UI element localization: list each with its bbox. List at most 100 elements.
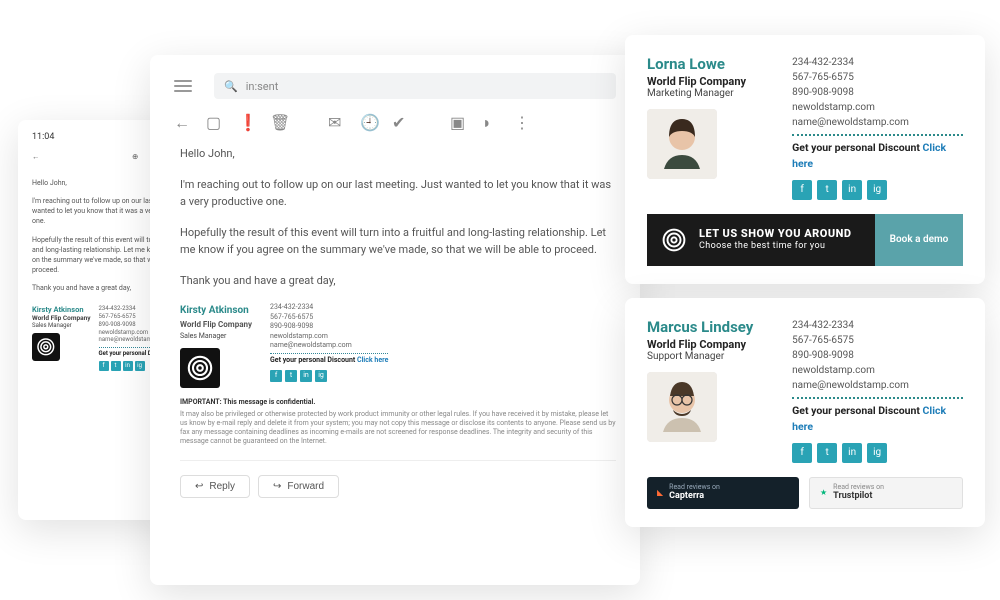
desktop-preview-card: 🔍 in:sent ← ▢ ❗ 🗑 ✉ 🕘 ✔ ▣ ◗ ⋮ Hello John… [150,55,640,585]
archive-icon[interactable]: ▢ [206,113,220,127]
banner-title: LET US SHOW YOU AROUND [699,228,852,240]
forward-icon: ↪ [273,481,281,492]
marcus-col1: Marcus Lindsey World Flip Company Suppor… [647,318,772,463]
task-icon[interactable]: ✔ [392,113,406,127]
desktop-signature: Kirsty Atkinson World Flip Company Sales… [180,303,616,388]
archive-icon[interactable]: ⊕ [132,152,144,164]
linkedin-icon[interactable]: in [300,370,312,382]
capterra-badge[interactable]: ◣ Read reviews on Capterra [647,477,799,509]
lorna-cta: Get your personal Discount Click here [792,140,963,172]
lorna-phone3: 890-908-9098 [792,85,963,100]
facebook-icon[interactable]: f [270,370,282,382]
snooze-icon[interactable]: 🕘 [360,113,374,127]
capterra-icon: ◣ [657,488,663,497]
trustpilot-icon: ★ [820,488,827,497]
desktop-paragraph-3: Thank you and have a great day, [180,272,616,289]
desktop-sig-phone3: 890-908-9098 [270,322,388,331]
marcus-company: World Flip Company [647,338,772,351]
desktop-actions: ↩Reply ↪Forward [180,475,616,498]
mobile-clock: 11:04 [32,132,54,142]
mobile-sig-company: World Flip Company [32,314,91,322]
search-bar[interactable]: 🔍 in:sent [214,73,616,99]
unread-icon[interactable]: ✉ [328,113,342,127]
desktop-sig-role: Sales Manager [180,331,252,342]
back-arrow-icon[interactable]: ← [32,152,44,164]
marcus-avatar [647,372,717,442]
marcus-phone2: 567-765-6575 [792,333,963,348]
marcus-contacts: 234-432-2334 567-765-6575 890-908-9098 n… [792,318,963,463]
desktop-sig-email[interactable]: name@newoldstamp.com [270,341,388,350]
banner-button[interactable]: Book a demo [875,214,963,266]
reply-button[interactable]: ↩Reply [180,475,250,498]
trustpilot-badge[interactable]: ★ Read reviews on Trustpilot [809,477,963,509]
swirl-logo-icon [36,337,56,357]
banner-subtitle: Choose the best time for you [699,241,852,251]
divider [180,460,616,461]
instagram-icon[interactable]: ig [867,443,887,463]
delete-icon[interactable]: 🗑 [270,113,284,127]
lorna-site[interactable]: newoldstamp.com [792,100,963,115]
marcus-social-row: f t in ig [792,443,963,463]
disclaimer-label: IMPORTANT: This message is confidential. [180,398,616,407]
desktop-email-body: Hello John, I'm reaching out to follow u… [174,145,616,498]
back-icon[interactable]: ← [174,113,188,127]
instagram-icon[interactable]: ig [315,370,327,382]
desktop-cta-link[interactable]: Click here [357,356,388,364]
desktop-social-row: f t in ig [270,370,388,382]
search-text: in:sent [246,80,279,93]
facebook-icon[interactable]: f [99,361,109,371]
swirl-logo-icon [661,227,687,253]
spam-icon[interactable]: ❗ [238,113,252,127]
label-icon[interactable]: ◗ [482,113,496,127]
linkedin-icon[interactable]: in [842,180,862,200]
desktop-sig-phone1: 234-432-2334 [270,303,388,312]
lorna-avatar [647,109,717,179]
desktop-sig-logo [180,348,220,388]
badge-brand: Trustpilot [833,491,884,501]
lorna-company: World Flip Company [647,75,772,88]
twitter-icon[interactable]: t [817,443,837,463]
reply-icon: ↩ [195,481,203,492]
marcus-phone3: 890-908-9098 [792,348,963,363]
lorna-email[interactable]: name@newoldstamp.com [792,115,963,130]
desktop-topbar: 🔍 in:sent [174,73,616,99]
signature-card-marcus: Marcus Lindsey World Flip Company Suppor… [625,298,985,527]
forward-button[interactable]: ↪Forward [258,475,339,498]
disclaimer-body: It may also be privileged or otherwise p… [180,410,616,446]
marcus-name: Marcus Lindsey [647,318,772,336]
search-icon: 🔍 [224,80,238,93]
twitter-icon[interactable]: t [817,180,837,200]
desktop-sig-company: World Flip Company [180,319,252,331]
hamburger-menu-icon[interactable] [174,80,192,92]
email-disclaimer: IMPORTANT: This message is confidential.… [180,398,616,446]
avatar-placeholder-icon [647,372,717,442]
desktop-sig-site[interactable]: newoldstamp.com [270,332,388,341]
badge-label: Read reviews on [669,484,720,491]
mobile-sig-role: Sales Manager [32,322,91,329]
desktop-paragraph-1: I'm reaching out to follow up on our las… [180,176,616,210]
mobile-sig-col1: Kirsty Atkinson World Flip Company Sales… [32,305,91,371]
desktop-sig-col1: Kirsty Atkinson World Flip Company Sales… [180,303,252,388]
twitter-icon[interactable]: t [285,370,297,382]
desktop-sig-col2: 234-432-2334 567-765-6575 890-908-9098 n… [270,303,388,388]
instagram-icon[interactable]: ig [135,361,145,371]
instagram-icon[interactable]: ig [867,180,887,200]
facebook-icon[interactable]: f [792,443,812,463]
swirl-logo-icon [186,354,214,382]
marcus-email[interactable]: name@newoldstamp.com [792,378,963,393]
marcus-phone1: 234-432-2334 [792,318,963,333]
marcus-site[interactable]: newoldstamp.com [792,363,963,378]
move-icon[interactable]: ▣ [450,113,464,127]
desktop-paragraph-2: Hopefully the result of this event will … [180,224,616,258]
linkedin-icon[interactable]: in [123,361,133,371]
mobile-sig-name: Kirsty Atkinson [32,305,91,314]
lorna-banner[interactable]: LET US SHOW YOU AROUND Choose the best t… [647,214,963,266]
divider-dots [792,134,963,136]
lorna-social-row: f t in ig [792,180,963,200]
lorna-role: Marketing Manager [647,88,772,99]
marcus-role: Support Manager [647,351,772,362]
twitter-icon[interactable]: t [111,361,121,371]
facebook-icon[interactable]: f [792,180,812,200]
linkedin-icon[interactable]: in [842,443,862,463]
overflow-icon[interactable]: ⋮ [514,113,528,127]
